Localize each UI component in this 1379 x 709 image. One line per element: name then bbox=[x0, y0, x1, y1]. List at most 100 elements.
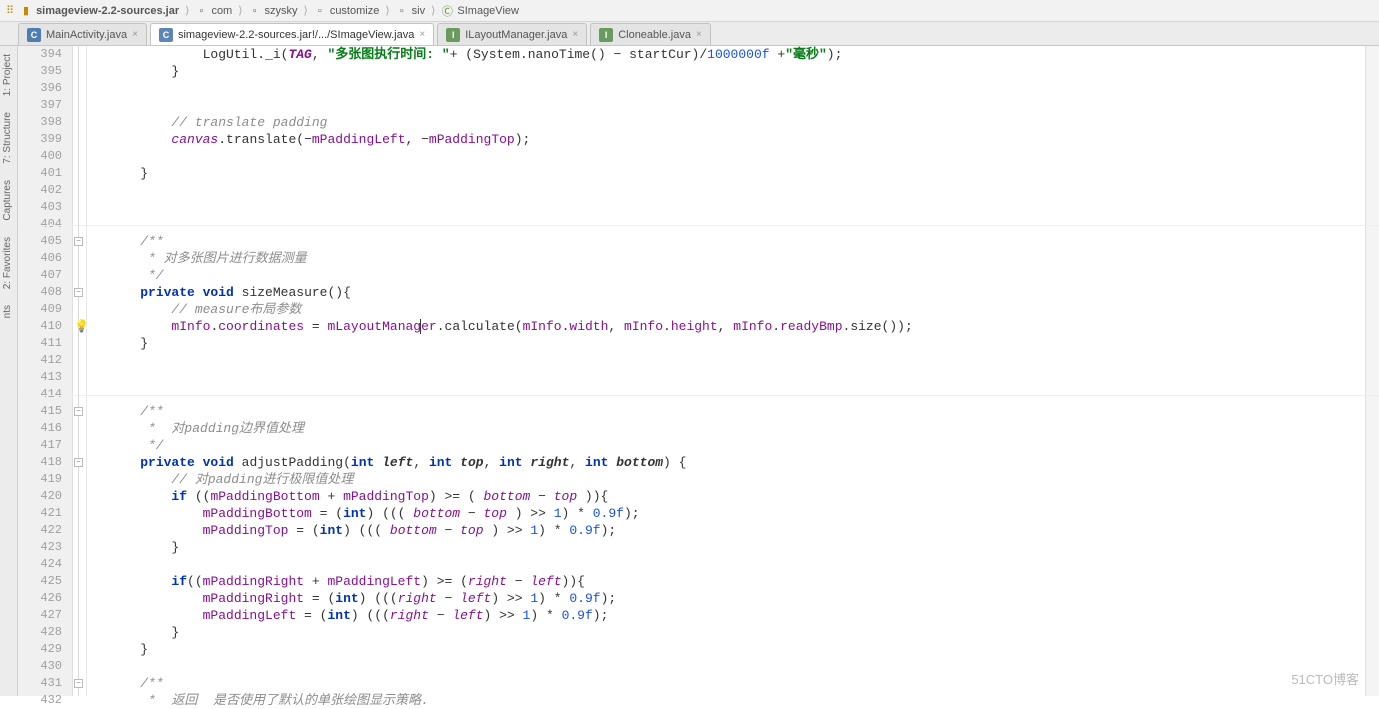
code-line[interactable]: */ bbox=[109, 437, 1365, 454]
fold-toggle-icon[interactable]: − bbox=[74, 237, 83, 246]
line-number[interactable]: 417 bbox=[18, 437, 62, 454]
code-line[interactable]: */ bbox=[109, 267, 1365, 284]
line-number[interactable]: 402 bbox=[18, 182, 62, 199]
editor-tab[interactable]: ICloneable.java× bbox=[590, 23, 711, 45]
code-line[interactable]: } bbox=[109, 63, 1365, 80]
code-line[interactable] bbox=[109, 182, 1365, 199]
line-number[interactable]: 430 bbox=[18, 658, 62, 675]
breadcrumb-item[interactable]: ⒸSImageView bbox=[437, 5, 523, 17]
line-number[interactable]: 397 bbox=[18, 97, 62, 114]
code-line[interactable] bbox=[109, 658, 1365, 675]
line-number[interactable]: 426 bbox=[18, 590, 62, 607]
line-number[interactable]: 423 bbox=[18, 539, 62, 556]
code-line[interactable]: private void sizeMeasure(){ bbox=[109, 284, 1365, 301]
line-number[interactable]: 413 bbox=[18, 369, 62, 386]
fold-gutter[interactable]: − − − − − bbox=[73, 46, 87, 696]
line-number[interactable]: 419 bbox=[18, 471, 62, 488]
line-number[interactable]: 418 bbox=[18, 454, 62, 471]
code-line[interactable] bbox=[109, 556, 1365, 573]
tool-window-tab[interactable]: 2: Favorites bbox=[0, 229, 15, 297]
line-number[interactable]: 406 bbox=[18, 250, 62, 267]
line-number[interactable]: 396 bbox=[18, 80, 62, 97]
line-number[interactable]: 407 bbox=[18, 267, 62, 284]
code-line[interactable] bbox=[109, 148, 1365, 165]
error-stripe[interactable] bbox=[1365, 46, 1379, 696]
code-line[interactable]: mPaddingRight = (int) (((right − left) >… bbox=[109, 590, 1365, 607]
tool-window-tab[interactable]: Captures bbox=[0, 172, 15, 229]
code-line[interactable] bbox=[109, 97, 1365, 114]
line-number[interactable]: 422 bbox=[18, 522, 62, 539]
code-line[interactable]: * 返回 是否使用了默认的单张绘图显示策略. bbox=[109, 692, 1365, 709]
close-icon[interactable]: × bbox=[572, 29, 578, 40]
code-line[interactable]: /** bbox=[109, 403, 1365, 420]
code-line[interactable]: /** bbox=[109, 233, 1365, 250]
code-line[interactable]: } bbox=[109, 539, 1365, 556]
line-number[interactable]: 399 bbox=[18, 131, 62, 148]
line-number[interactable]: 403 bbox=[18, 199, 62, 216]
editor-tab[interactable]: CMainActivity.java× bbox=[18, 23, 147, 45]
intention-bulb-icon[interactable]: 💡 bbox=[74, 319, 88, 333]
code-area[interactable]: LogUtil._i(TAG, "多张图执行时间: "+ (System.nan… bbox=[87, 46, 1365, 696]
code-line[interactable] bbox=[109, 369, 1365, 386]
code-line[interactable]: // measure布局参数 bbox=[109, 301, 1365, 318]
breadcrumb-item[interactable]: ▮simageview-2.2-sources.jar bbox=[16, 5, 183, 17]
close-icon[interactable]: × bbox=[132, 29, 138, 40]
code-line[interactable]: private void adjustPadding(int left, int… bbox=[109, 454, 1365, 471]
breadcrumb-item[interactable]: ▫szysky bbox=[245, 5, 302, 17]
editor-tab[interactable]: IILayoutManager.java× bbox=[437, 23, 587, 45]
code-line[interactable] bbox=[109, 352, 1365, 369]
close-icon[interactable]: × bbox=[419, 29, 425, 40]
code-line[interactable]: mPaddingBottom = (int) ((( bottom − top … bbox=[109, 505, 1365, 522]
fold-toggle-icon[interactable]: − bbox=[74, 679, 83, 688]
breadcrumb-item[interactable]: ▫customize bbox=[310, 5, 384, 17]
code-line[interactable]: } bbox=[109, 335, 1365, 352]
fold-toggle-icon[interactable]: − bbox=[74, 458, 83, 467]
code-line[interactable] bbox=[109, 199, 1365, 216]
code-line[interactable]: /** bbox=[109, 675, 1365, 692]
code-line[interactable]: LogUtil._i(TAG, "多张图执行时间: "+ (System.nan… bbox=[109, 46, 1365, 63]
breadcrumb-item[interactable]: ▫siv bbox=[392, 5, 429, 17]
close-icon[interactable]: × bbox=[696, 29, 702, 40]
code-line[interactable]: // 对padding进行极限值处理 bbox=[109, 471, 1365, 488]
line-number[interactable]: 411 bbox=[18, 335, 62, 352]
line-number[interactable]: 401 bbox=[18, 165, 62, 182]
breadcrumb-item[interactable]: ▫com bbox=[191, 5, 236, 17]
code-line[interactable]: // translate padding bbox=[109, 114, 1365, 131]
code-line[interactable] bbox=[109, 386, 1365, 403]
code-line[interactable]: if((mPaddingRight + mPaddingLeft) >= (ri… bbox=[109, 573, 1365, 590]
tool-window-tab[interactable]: nts bbox=[0, 297, 15, 326]
line-number[interactable]: 416 bbox=[18, 420, 62, 437]
code-line[interactable]: mPaddingTop = (int) ((( bottom − top ) >… bbox=[109, 522, 1365, 539]
code-line[interactable]: if ((mPaddingBottom + mPaddingTop) >= ( … bbox=[109, 488, 1365, 505]
line-number[interactable]: 415 bbox=[18, 403, 62, 420]
line-number[interactable]: 395 bbox=[18, 63, 62, 80]
line-number[interactable]: 412 bbox=[18, 352, 62, 369]
line-number[interactable]: 424 bbox=[18, 556, 62, 573]
line-number[interactable]: 432 bbox=[18, 692, 62, 709]
tool-window-tab[interactable]: 1: Project bbox=[0, 46, 15, 104]
code-line[interactable] bbox=[109, 80, 1365, 97]
line-number[interactable]: 427 bbox=[18, 607, 62, 624]
line-number[interactable]: 410 bbox=[18, 318, 62, 335]
line-number[interactable]: 431 bbox=[18, 675, 62, 692]
line-number[interactable]: 405 bbox=[18, 233, 62, 250]
code-line[interactable]: canvas.translate(−mPaddingLeft, −mPaddin… bbox=[109, 131, 1365, 148]
line-number[interactable]: 408 bbox=[18, 284, 62, 301]
fold-toggle-icon[interactable]: − bbox=[74, 407, 83, 416]
line-number[interactable]: 425 bbox=[18, 573, 62, 590]
code-line[interactable]: } bbox=[109, 641, 1365, 658]
line-number[interactable]: 400 bbox=[18, 148, 62, 165]
code-line[interactable] bbox=[109, 216, 1365, 233]
editor-tab[interactable]: Csimageview-2.2-sources.jar!/.../SImageV… bbox=[150, 23, 434, 45]
line-number[interactable]: 420 bbox=[18, 488, 62, 505]
code-line[interactable]: mInfo.coordinates = mLayoutManager.calcu… bbox=[109, 318, 1365, 335]
line-number[interactable]: 429 bbox=[18, 641, 62, 658]
line-number[interactable]: 428 bbox=[18, 624, 62, 641]
code-line[interactable]: } bbox=[109, 624, 1365, 641]
line-number[interactable]: 394 bbox=[18, 46, 62, 63]
line-number[interactable]: 409 bbox=[18, 301, 62, 318]
code-line[interactable]: } bbox=[109, 165, 1365, 182]
fold-toggle-icon[interactable]: − bbox=[74, 288, 83, 297]
code-line[interactable]: mPaddingLeft = (int) (((right − left) >>… bbox=[109, 607, 1365, 624]
code-line[interactable]: * 对多张图片进行数据测量 bbox=[109, 250, 1365, 267]
